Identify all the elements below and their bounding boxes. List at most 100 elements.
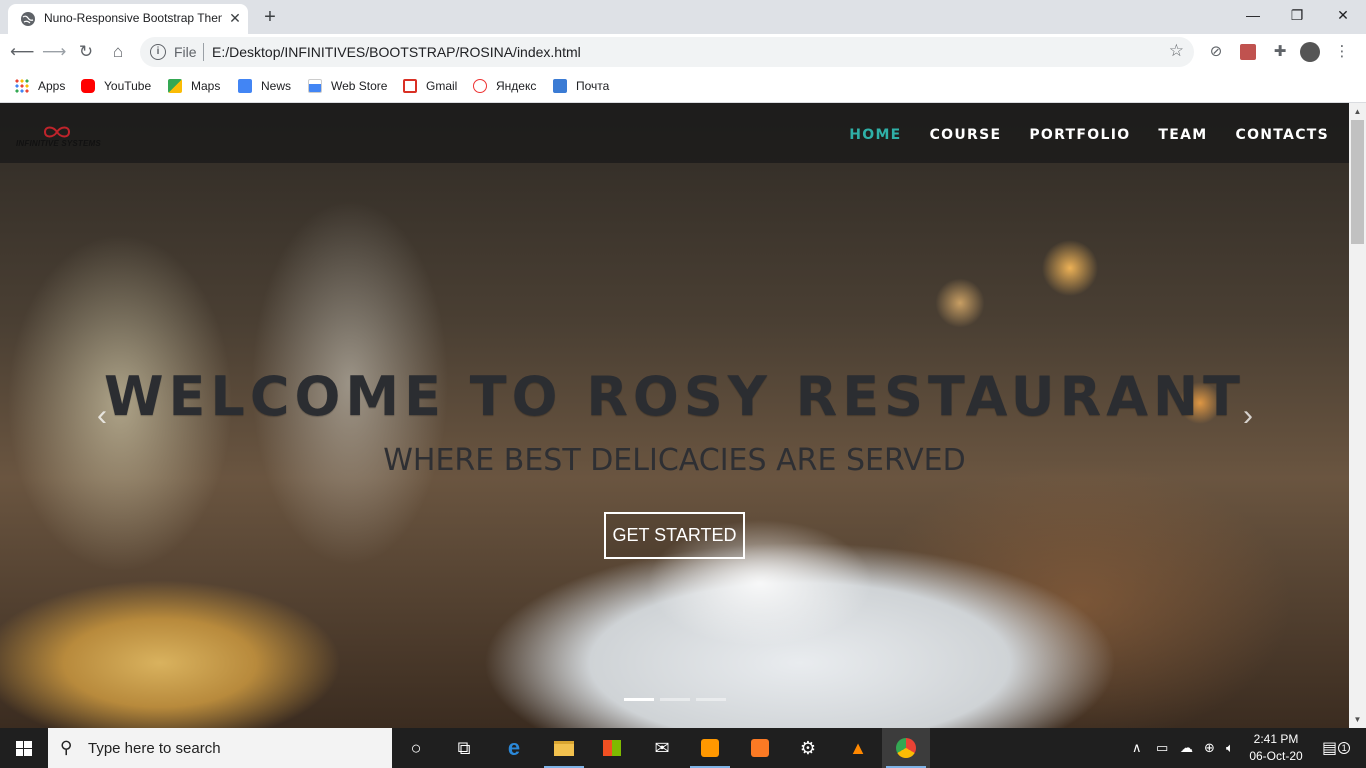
bookmark-gmail[interactable]: Gmail [403,76,457,96]
youtube-icon [81,79,95,93]
clock-date: 06-Oct-20 [1249,749,1303,763]
volume-icon[interactable]: 🔈︎ [1226,728,1234,768]
home-icon[interactable]: ⌂ [106,40,130,64]
yandex-icon [473,79,487,93]
system-clock[interactable]: 2:41 PM 06-Oct-20 [1246,731,1306,765]
address-bar[interactable]: i File E:/Desktop/INFINITIVES/BOOTSTRAP/… [140,37,1194,67]
block-extension-icon[interactable]: ⊘ [1206,42,1226,62]
show-hidden-icons[interactable]: ∧ [1132,728,1142,768]
windows-logo-icon [16,741,32,756]
bookmark-web-store[interactable]: Web Store [308,76,387,96]
main-menu: HOME COURSE PORTFOLIO TEAM CONTACTS [821,127,1329,143]
restore-button[interactable]: ❐ [1274,4,1320,26]
bookmarks-bar: Apps YouTube Maps News Web Store Gmail Я… [0,70,1366,103]
bookmark-youtube[interactable]: YouTube [81,76,151,96]
nav-portfolio[interactable]: PORTFOLIO [1029,127,1130,143]
notification-center[interactable]: ▤ 1 [1322,728,1351,768]
task-view-icon[interactable]: ⧉ [440,728,488,768]
new-tab-button[interactable]: + [258,6,282,30]
carousel-indicator[interactable] [660,698,690,701]
back-arrow-icon[interactable]: ⟵ [10,40,34,64]
hero-title: WELCOME TO ROSY RESTAURANT [103,365,1246,428]
notification-icon: ▤ [1322,740,1338,757]
carousel-indicator[interactable] [624,698,654,701]
minimize-button[interactable]: — [1230,4,1276,26]
chrome-icon[interactable] [882,728,930,768]
search-icon: ⚲ [60,738,73,757]
site-logo[interactable]: INFINITIVE SYSTEMS [16,125,106,153]
search-placeholder: Type here to search [88,740,221,757]
bookmark-label: Apps [38,79,66,93]
file-explorer-icon[interactable] [540,728,588,768]
profile-avatar[interactable] [1300,42,1320,62]
reload-icon[interactable]: ↻ [74,40,98,64]
network-globe-icon[interactable]: ⊕ [1204,728,1215,768]
bookmark-star-icon[interactable]: ☆ [1169,41,1184,61]
puzzle-extensions-icon[interactable]: ✚ [1270,42,1290,62]
pdf-extension-icon[interactable] [1238,42,1258,62]
onedrive-icon[interactable]: ☁ [1180,728,1193,768]
clock-time: 2:41 PM [1253,732,1299,746]
browser-tab[interactable]: Nuno-Responsive Bootstrap Theme ✕ [8,4,248,34]
close-window-button[interactable]: ✕ [1320,4,1366,26]
url-text[interactable]: E:/Desktop/INFINITIVES/BOOTSTRAP/ROSINA/… [212,44,581,60]
web-store-icon [308,79,322,93]
gmail-icon [403,79,417,93]
scroll-thumb[interactable] [1351,120,1364,244]
taskbar-search[interactable]: ⚲ Type here to search [48,728,392,768]
nav-contacts[interactable]: CONTACTS [1236,127,1330,143]
news-icon [238,79,252,93]
bookmark-label: YouTube [104,79,152,93]
bookmark-label: Web Store [331,79,388,93]
carousel-indicator[interactable] [696,698,726,701]
cortana-icon[interactable]: ○ [392,728,440,768]
page-scrollbar[interactable]: ▲ ▼ [1349,103,1366,728]
get-started-button[interactable]: GET STARTED [604,512,745,559]
vlc-icon[interactable]: ▲ [834,728,882,768]
nav-home[interactable]: HOME [849,127,901,143]
browser-toolbar: ⟵ ⟶ ↻ ⌂ i File E:/Desktop/INFINITIVES/BO… [0,34,1366,70]
mail-app-icon[interactable]: ✉ [638,728,686,768]
bookmark-yandex[interactable]: Яндекс [473,76,536,96]
menu-kebab-icon[interactable]: ⋮ [1332,42,1352,62]
bookmark-label: Почта [576,79,610,93]
hero-subtitle: WHERE BEST DELICACIES ARE SERVED [383,443,966,478]
xampp-icon[interactable] [736,728,784,768]
omnibox-divider [203,43,204,61]
scroll-up-icon[interactable]: ▲ [1349,103,1366,120]
bookmark-maps[interactable]: Maps [168,76,220,96]
tab-title: Nuno-Responsive Bootstrap Theme [44,11,222,25]
logo-text: INFINITIVE SYSTEMS [16,139,101,148]
bookmark-pochta[interactable]: Почта [553,76,609,96]
bookmark-label: Яндекс [496,79,537,93]
bookmark-news[interactable]: News [238,76,291,96]
bookmark-label: Gmail [426,79,458,93]
store-icon[interactable] [588,728,636,768]
battery-icon[interactable]: ▭ [1156,728,1168,768]
settings-gear-icon[interactable]: ⚙ [784,728,832,768]
bookmark-label: Maps [191,79,221,93]
page-viewport: INFINITIVE SYSTEMS HOME COURSE PORTFOLIO… [0,103,1349,728]
maps-icon [168,79,182,93]
nav-course[interactable]: COURSE [930,127,1002,143]
infinity-logo-icon [43,126,71,138]
mail-icon [553,79,567,93]
windows-start-button[interactable] [0,728,48,768]
bookmark-label: News [261,79,292,93]
scroll-down-icon[interactable]: ▼ [1349,711,1366,728]
carousel-indicators [624,698,726,701]
bookmark-apps[interactable]: Apps [15,76,65,96]
nav-team[interactable]: TEAM [1158,127,1207,143]
globe-icon [21,12,35,26]
forward-arrow-icon[interactable]: ⟶ [42,40,66,64]
url-scheme: File [174,44,197,60]
windows-taskbar: ⚲ Type here to search ○ ⧉ e ✉ ⚙ ▲ ∧ ▭ ☁ … [0,728,1366,768]
edge-icon[interactable]: e [490,728,538,768]
apps-grid-icon [15,79,29,93]
sublime-text-icon[interactable] [686,728,734,768]
tab-close-icon[interactable]: ✕ [226,9,244,27]
info-icon[interactable]: i [150,44,166,60]
notification-count: 1 [1338,742,1351,754]
site-navbar: INFINITIVE SYSTEMS HOME COURSE PORTFOLIO… [0,103,1349,163]
tab-strip: Nuno-Responsive Bootstrap Theme ✕ + — ❐ … [0,0,1366,34]
